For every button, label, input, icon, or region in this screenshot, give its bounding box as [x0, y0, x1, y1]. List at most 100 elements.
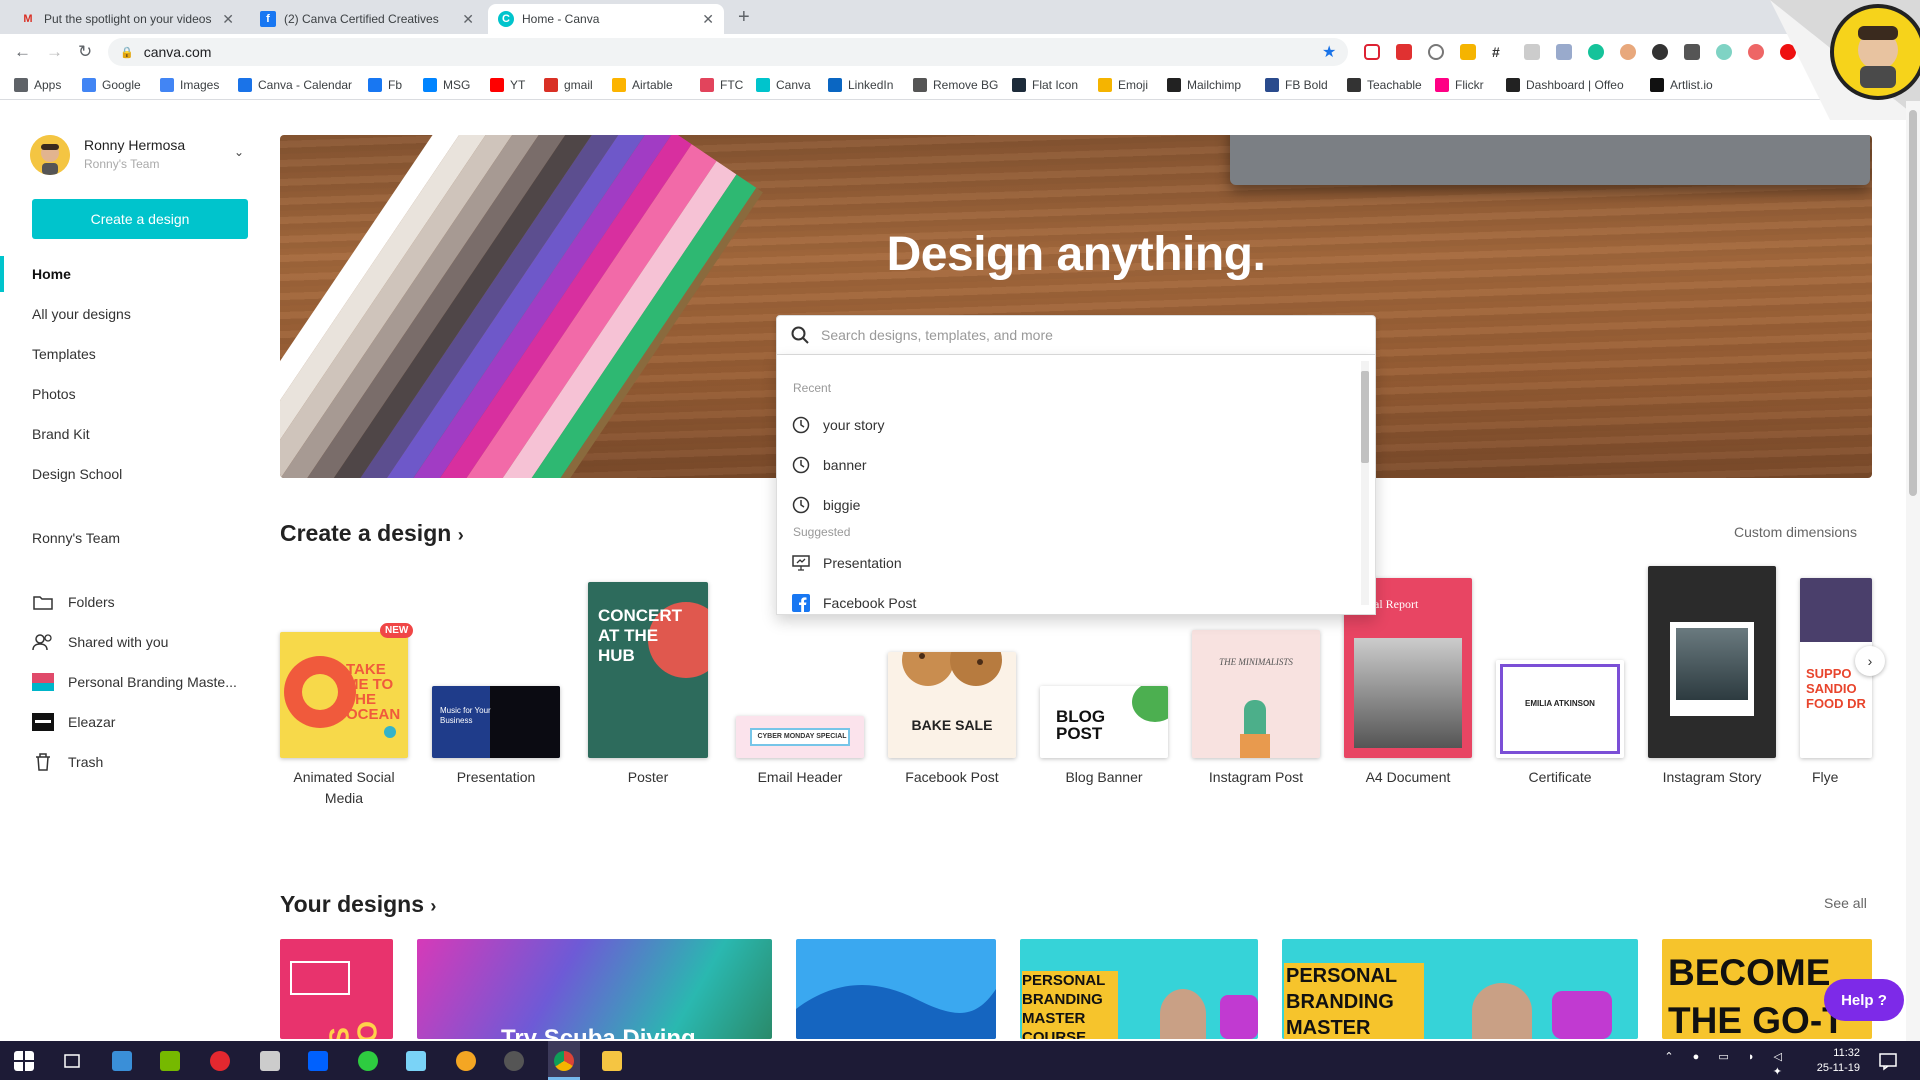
bookmark-emoji[interactable]: Emoji — [1098, 78, 1148, 92]
thumb-email-header[interactable]: CYBER MONDAY SPECIAL — [736, 716, 864, 758]
tab-facebook[interactable]: f (2) Canva Certified Creatives ✕ — [250, 4, 484, 34]
design-type-label[interactable]: Blog Banner — [1034, 767, 1174, 788]
file-explorer-icon[interactable] — [602, 1051, 622, 1071]
design-type-label[interactable]: Certificate — [1490, 767, 1630, 788]
desktop-app-icon[interactable] — [112, 1051, 132, 1071]
design-type-label[interactable]: Facebook Post — [882, 767, 1022, 788]
thumb-poster[interactable]: CONCERT AT THE HUB — [588, 582, 708, 758]
suggested-item-presentation[interactable]: Presentation — [791, 551, 902, 575]
bookmark-canva-calendar[interactable]: Canva - Calendar — [238, 78, 352, 92]
user-menu[interactable]: Ronny Hermosa Ronny's Team ⌄ — [30, 135, 250, 179]
search-bar[interactable] — [776, 315, 1376, 355]
help-button[interactable]: Help ? — [1824, 979, 1904, 1021]
chrome-icon[interactable] — [554, 1051, 574, 1071]
recent-search-item[interactable]: banner — [791, 453, 867, 477]
your-designs-title[interactable]: Your designs › — [280, 891, 436, 918]
close-icon[interactable]: ✕ — [702, 11, 714, 28]
design-type-label[interactable]: Poster — [578, 767, 718, 788]
dropdown-scrollbar-thumb[interactable] — [1361, 371, 1369, 463]
bookmark-star-icon[interactable]: ★ — [1322, 42, 1336, 62]
thumb-instagram-story[interactable] — [1648, 566, 1776, 758]
design-type-label[interactable]: Instagram Story — [1642, 767, 1782, 788]
extension-color-icon[interactable] — [1620, 44, 1636, 60]
sidebar-item-design-school[interactable]: Design School — [32, 466, 122, 482]
dropbox-icon[interactable] — [308, 1051, 328, 1071]
design-type-label[interactable]: A4 Document — [1338, 767, 1478, 788]
notes-app-icon[interactable] — [406, 1051, 426, 1071]
extension-i-icon[interactable] — [1524, 44, 1540, 60]
your-design-thumb[interactable]: PERSONAL BRANDING MASTER — [1282, 939, 1638, 1039]
sidebar-item-brand-kit[interactable]: Brand Kit — [32, 426, 90, 442]
back-icon[interactable]: ← — [14, 42, 31, 62]
new-tab-button[interactable]: + — [738, 6, 750, 29]
carousel-next-button[interactable]: › — [1855, 646, 1885, 676]
cloud-icon[interactable] — [1428, 44, 1444, 60]
pocket-icon[interactable] — [1364, 44, 1380, 60]
bookmark-dashboard-offeo[interactable]: Dashboard | Offeo — [1506, 78, 1624, 92]
bookmark-fb[interactable]: Fb — [368, 78, 402, 92]
your-design-thumb[interactable]: Try Scuba Diving — [417, 939, 772, 1039]
bookmark-linkedin[interactable]: LinkedIn — [828, 78, 893, 92]
your-design-thumb[interactable]: YS GO — [280, 939, 393, 1039]
extension-badge-icon[interactable] — [1748, 44, 1764, 60]
extension-tray-icon[interactable] — [1556, 44, 1572, 60]
sidebar-item-team[interactable]: Ronny's Team — [32, 530, 120, 546]
design-type-label[interactable]: Instagram Post — [1186, 767, 1326, 788]
bookmark-canva[interactable]: Canva — [756, 78, 811, 92]
bookmark-teachable[interactable]: Teachable — [1347, 78, 1422, 92]
bookmark-remove-bg[interactable]: Remove BG — [913, 78, 998, 92]
reload-icon[interactable]: ↻ — [78, 42, 92, 62]
thumb-instagram-post[interactable]: THE MINIMALISTS — [1192, 630, 1320, 758]
bookmark-images[interactable]: Images — [160, 78, 219, 92]
task-view-icon[interactable] — [62, 1051, 82, 1071]
thumb-facebook-post[interactable]: BAKE SALE — [888, 652, 1016, 758]
bookmark-flickr[interactable]: Flickr — [1435, 78, 1484, 92]
windows-start-icon[interactable] — [14, 1051, 34, 1071]
clock[interactable]: 11:32 25-11-19 — [1800, 1046, 1860, 1076]
design-type-label[interactable]: Animated Social Media — [274, 767, 414, 809]
bookmark-yt[interactable]: YT — [490, 78, 525, 92]
sidebar-item-shared[interactable]: Shared with you — [32, 631, 168, 653]
grammarly-icon[interactable] — [1588, 44, 1604, 60]
sidebar-item-templates[interactable]: Templates — [32, 346, 96, 362]
bookmark-ftc[interactable]: FTC — [700, 78, 743, 92]
extension-dark-icon[interactable] — [1652, 44, 1668, 60]
recent-search-item[interactable]: your story — [791, 413, 884, 437]
tab-canva-home[interactable]: C Home - Canva ✕ — [488, 4, 724, 34]
bookmark-mailchimp[interactable]: Mailchimp — [1167, 78, 1241, 92]
suggested-item-facebook-post[interactable]: Facebook Post — [791, 591, 916, 614]
thumb-blog-banner[interactable]: BLOG POST — [1040, 686, 1168, 758]
bookmark-msg[interactable]: MSG — [423, 78, 470, 92]
page-scrollbar-thumb[interactable] — [1909, 110, 1917, 496]
thumb-certificate[interactable]: EMILIA ATKINSON — [1496, 660, 1624, 758]
tab-gmail[interactable]: M Put the spotlight on your videos ✕ — [10, 4, 244, 34]
see-all-link[interactable]: See all — [1824, 895, 1867, 911]
recent-search-item[interactable]: biggie — [791, 493, 860, 517]
bookmark-airtable[interactable]: Airtable — [612, 78, 673, 92]
hashtag-icon[interactable]: # — [1492, 44, 1508, 60]
calculator-icon[interactable] — [260, 1051, 280, 1071]
search-input[interactable] — [821, 327, 1341, 343]
your-design-thumb[interactable] — [796, 939, 996, 1039]
forward-icon[interactable]: → — [46, 42, 63, 62]
nvidia-icon[interactable] — [160, 1051, 180, 1071]
thumb-animated-social[interactable]: TAKE ME TO THE OCEAN — [280, 632, 408, 758]
bookmark-gmail[interactable]: gmail — [544, 78, 593, 92]
design-type-label[interactable]: Presentation — [426, 767, 566, 788]
design-type-label[interactable]: Flye — [1812, 767, 1872, 788]
custom-dimensions-link[interactable]: Custom dimensions — [1734, 524, 1857, 540]
bookmark-flat-icon[interactable]: Flat Icon — [1012, 78, 1078, 92]
system-tray-icons[interactable]: ⌃ ● ▭ ◗ ◁ ✦ — [1660, 1050, 1790, 1080]
sidebar-item-photos[interactable]: Photos — [32, 386, 76, 402]
chevron-down-icon[interactable]: ⌄ — [234, 145, 244, 159]
bookmark-google[interactable]: Google — [82, 78, 141, 92]
close-icon[interactable]: ✕ — [462, 11, 474, 28]
bookmark-apps[interactable]: Apps — [14, 78, 61, 92]
create-design-button[interactable]: Create a design — [32, 199, 248, 239]
address-bar[interactable]: 🔒 canva.com — [108, 38, 1348, 66]
bookmark-fb-bold[interactable]: FB Bold — [1265, 78, 1328, 92]
thumb-presentation[interactable]: Music for Your Business — [432, 686, 560, 758]
profile-avatar-corner[interactable] — [1770, 0, 1920, 120]
sidebar-item-home[interactable]: Home — [32, 266, 71, 282]
notifications-icon[interactable] — [1878, 1051, 1898, 1071]
